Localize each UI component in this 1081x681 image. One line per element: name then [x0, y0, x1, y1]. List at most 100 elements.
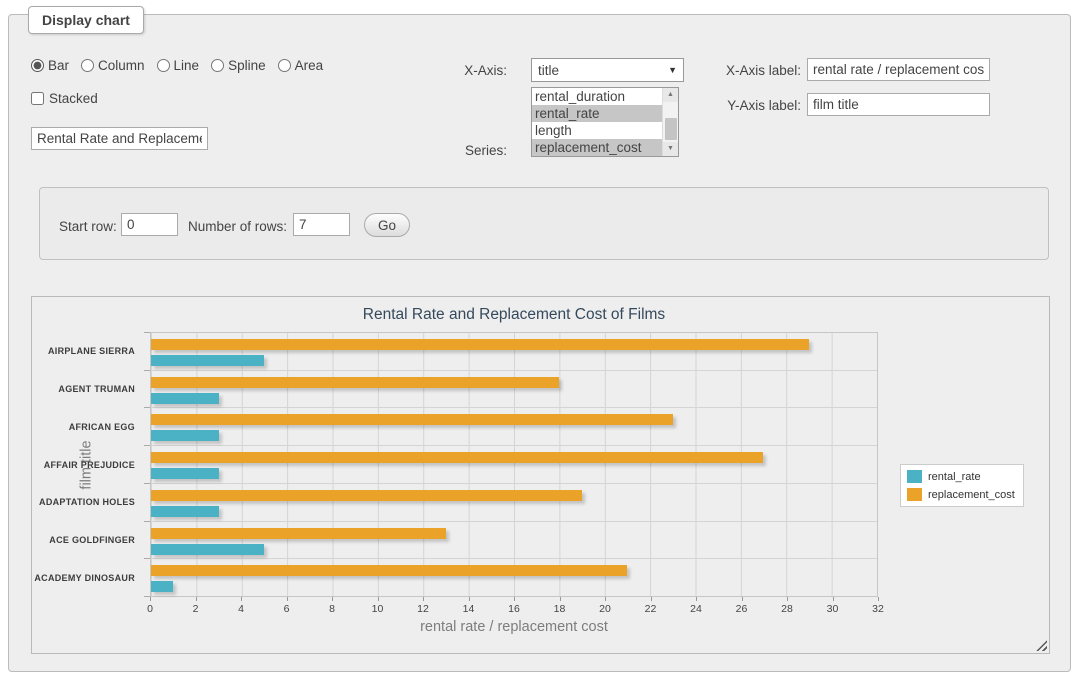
series-option-rental_rate[interactable]: rental_rate — [532, 105, 662, 122]
chart-bar-replacement_cost — [151, 414, 673, 425]
series-option-replacement_cost[interactable]: replacement_cost — [532, 139, 662, 156]
series-multiselect[interactable]: rental_durationrental_ratelengthreplacem… — [531, 87, 679, 157]
x-tick-label: 4 — [238, 603, 244, 615]
number-of-rows-label: Number of rows: — [188, 219, 287, 234]
category-label: AFRICAN EGG — [32, 408, 142, 446]
x-tick-label: 14 — [463, 603, 475, 615]
go-button[interactable]: Go — [364, 213, 410, 237]
x-tick-label: 8 — [329, 603, 335, 615]
scrollbar-thumb[interactable] — [665, 118, 677, 140]
legend-entry-replacement_cost: replacement_cost — [907, 488, 1015, 501]
chart-category-row — [151, 559, 877, 596]
fieldset-legend: Display chart — [28, 6, 144, 34]
x-tick-mark — [378, 597, 379, 601]
start-row-label: Start row: — [59, 219, 117, 234]
display-chart-fieldset: Display chart BarColumnLineSplineArea St… — [8, 14, 1071, 672]
x-axis-label-input[interactable] — [807, 58, 990, 81]
chart-x-axis-title: rental rate / replacement cost — [150, 619, 878, 635]
number-of-rows-input[interactable] — [293, 213, 350, 236]
x-tick-label: 26 — [736, 603, 748, 615]
chart-type-column[interactable]: Column — [81, 58, 145, 73]
legend-entry-rental_rate: rental_rate — [907, 470, 1015, 483]
chart-bar-rental_rate — [151, 393, 219, 404]
chart-title: Rental Rate and Replacement Cost of Film… — [150, 306, 878, 324]
dropdown-arrow-icon: ▼ — [668, 65, 677, 75]
chart-legend: rental_rate replacement_cost — [900, 464, 1024, 507]
y-axis-label-label: Y-Axis label: — [721, 98, 801, 113]
x-tick-label: 20 — [599, 603, 611, 615]
x-axis-label-label: X-Axis label: — [721, 63, 801, 78]
x-tick-mark — [651, 597, 652, 601]
x-tick-label: 22 — [645, 603, 657, 615]
chart-bar-rental_rate — [151, 581, 173, 592]
category-label: ACADEMY DINOSAUR — [32, 559, 142, 597]
chart-category-row — [151, 408, 877, 446]
legend-swatch-rental_rate — [907, 470, 922, 483]
chart-container: Rental Rate and Replacement Cost of Film… — [31, 296, 1050, 654]
x-tick-mark — [150, 597, 151, 601]
stacked-label: Stacked — [49, 91, 98, 106]
x-tick-mark — [560, 597, 561, 601]
x-tick-label: 32 — [872, 603, 884, 615]
scroll-down-icon[interactable]: ▼ — [663, 142, 678, 156]
series-option-rental_duration[interactable]: rental_duration — [532, 88, 662, 105]
chart-bar-replacement_cost — [151, 377, 559, 388]
x-tick-label: 28 — [781, 603, 793, 615]
x-tick-label: 0 — [147, 603, 153, 615]
chart-type-radio-line[interactable] — [157, 59, 170, 72]
chart-type-bar[interactable]: Bar — [31, 58, 69, 73]
x-tick-label: 10 — [372, 603, 384, 615]
chart-type-label-spline: Spline — [228, 58, 266, 73]
chart-bar-replacement_cost — [151, 528, 446, 539]
chart-type-spline[interactable]: Spline — [211, 58, 266, 73]
x-tick-mark — [469, 597, 470, 601]
chart-type-radio-area[interactable] — [278, 59, 291, 72]
chart-type-radiogroup: Bar Column Line Spline Area — [31, 58, 323, 73]
chart-bar-rental_rate — [151, 544, 264, 555]
resize-handle-icon[interactable] — [1036, 640, 1047, 651]
start-row-input[interactable] — [121, 213, 178, 236]
x-axis-selected-value: title — [538, 63, 668, 78]
chart-bar-replacement_cost — [151, 565, 627, 576]
stacked-checkbox[interactable] — [31, 92, 44, 105]
category-label: ADAPTATION HOLES — [32, 483, 142, 521]
x-tick-mark — [287, 597, 288, 601]
plot-area — [150, 332, 878, 597]
stacked-checkbox-label[interactable]: Stacked — [31, 91, 98, 106]
x-tick-mark — [605, 597, 606, 601]
chart-title-input[interactable] — [31, 127, 208, 150]
chart-category-row — [151, 333, 877, 371]
row-range-fieldset: Start row: Number of rows: Go — [39, 187, 1049, 260]
x-tick-label: 18 — [554, 603, 566, 615]
y-axis-label-input[interactable] — [807, 93, 990, 116]
x-axis-select-label: X-Axis: — [437, 63, 507, 78]
category-label: AIRPLANE SIERRA — [32, 332, 142, 370]
x-axis-ticks: 02468101214161820222426283032 — [150, 597, 878, 619]
chart-type-radio-column[interactable] — [81, 59, 94, 72]
x-tick-mark — [878, 597, 879, 601]
x-tick-mark — [787, 597, 788, 601]
x-tick-mark — [241, 597, 242, 601]
x-axis-select[interactable]: title ▼ — [531, 58, 684, 82]
category-label: AGENT TRUMAN — [32, 370, 142, 408]
legend-label-replacement_cost: replacement_cost — [928, 489, 1015, 501]
x-tick-label: 2 — [193, 603, 199, 615]
chart-type-label-column: Column — [98, 58, 145, 73]
series-scrollbar[interactable]: ▲ ▼ — [662, 88, 678, 156]
chart-category-row — [151, 522, 877, 560]
chart-bar-replacement_cost — [151, 490, 582, 501]
series-option-length[interactable]: length — [532, 122, 662, 139]
chart-type-label-bar: Bar — [48, 58, 69, 73]
chart-type-line[interactable]: Line — [157, 58, 200, 73]
chart-bar-rental_rate — [151, 430, 219, 441]
x-tick-label: 16 — [508, 603, 520, 615]
chart-type-radio-bar[interactable] — [31, 59, 44, 72]
series-select-label: Series: — [437, 143, 507, 158]
chart-type-radio-spline[interactable] — [211, 59, 224, 72]
x-tick-label: 30 — [827, 603, 839, 615]
x-tick-mark — [332, 597, 333, 601]
chart-type-area[interactable]: Area — [278, 58, 324, 73]
x-tick-mark — [742, 597, 743, 601]
chart-category-row — [151, 484, 877, 522]
scroll-up-icon[interactable]: ▲ — [663, 88, 678, 102]
